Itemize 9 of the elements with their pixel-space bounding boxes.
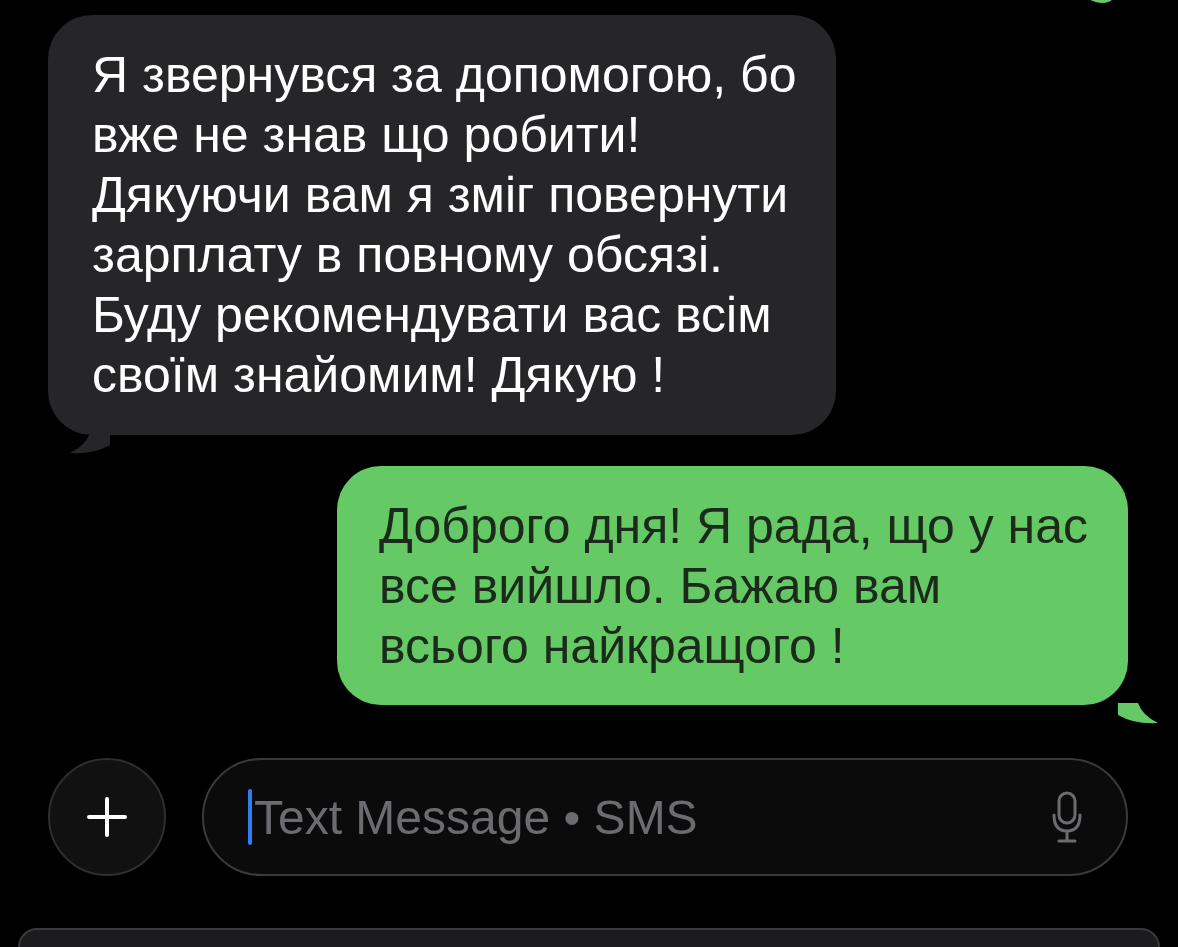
- message-text: Я звернувся за допомогою, бо вже не знав що робити! Дякуючи вам я зміг повернути зарплату в повному обсязі. Буду рекомендувати вас всім своїм знайомим! Дякую !: [92, 46, 797, 405]
- message-text: Доброго дня! Я рада, що у нас все вийшло. Бажаю вам всього найкращого !: [379, 497, 1088, 676]
- plus-icon: [87, 797, 127, 837]
- microphone-icon[interactable]: [1052, 791, 1082, 843]
- bubble-tail: [1118, 703, 1158, 725]
- text-input[interactable]: Text Message • SMS: [254, 789, 1050, 845]
- message-bubble-tail: [1090, 0, 1112, 6]
- message-field[interactable]: Text Message • SMS: [202, 758, 1128, 876]
- text-cursor: [248, 789, 252, 845]
